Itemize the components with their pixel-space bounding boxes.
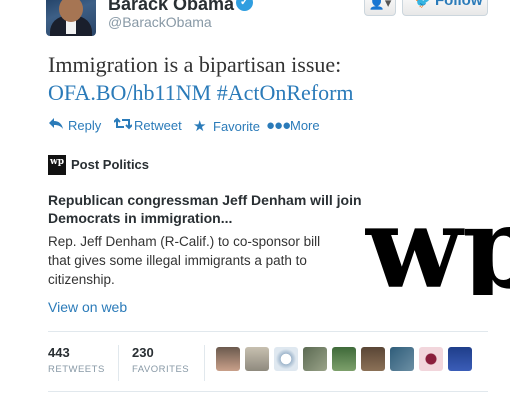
more-button[interactable]: ●●●More	[266, 117, 320, 134]
favoriter-avatar[interactable]	[216, 347, 240, 371]
card-description: Rep. Jeff Denham (R-Calif.) to co-sponso…	[48, 234, 321, 287]
favoriter-avatar[interactable]	[390, 347, 414, 371]
user-handle[interactable]: @BarackObama	[108, 14, 212, 30]
favorites-stat[interactable]: 230 FAVORITES	[132, 345, 189, 375]
divider	[48, 391, 488, 392]
favoriter-avatar[interactable]	[245, 347, 269, 371]
favorites-label: FAVORITES	[132, 364, 190, 375]
retweet-icon	[113, 117, 134, 134]
favoriter-avatar[interactable]	[361, 347, 385, 371]
favoriter-avatar[interactable]	[419, 347, 443, 371]
follow-label: Follow	[435, 0, 483, 9]
bird-icon: 🐦	[415, 0, 430, 9]
verified-icon: ✓	[236, 0, 253, 11]
retweets-stat[interactable]: 443 RETWEETS	[48, 345, 105, 375]
view-on-web-link[interactable]: View on web	[48, 299, 127, 315]
retweets-label: RETWEETS	[48, 364, 105, 375]
favorite-label: Favorite	[213, 119, 260, 134]
favorite-button[interactable]: ★ Favorite	[193, 117, 260, 135]
wp-badge-icon: wp	[48, 155, 66, 175]
washington-post-logo: wp	[365, 195, 510, 295]
retweet-label: Retweet	[134, 118, 182, 133]
follow-button[interactable]: 🐦 Follow	[402, 0, 488, 16]
favoriter-avatar[interactable]	[332, 347, 356, 371]
tweet-header: Barack Obama ✓ @BarackObama 👤▾ 🐦 Follow	[0, 0, 512, 40]
favorites-count: 230	[132, 345, 154, 360]
reply-button[interactable]: Reply	[48, 117, 101, 134]
favoriter-avatar[interactable]	[448, 347, 472, 371]
dots-icon: ●●●	[266, 117, 291, 134]
svg-text:wp: wp	[365, 195, 510, 295]
card-title[interactable]: Republican congressman Jeff Denham will …	[48, 191, 368, 227]
card-source[interactable]: Post Politics	[71, 157, 149, 172]
tweet-hashtag[interactable]: #ActOnReform	[217, 80, 354, 105]
tweet-text: Immigration is a bipartisan issue: OFA.B…	[48, 51, 354, 107]
user-name[interactable]: Barack Obama	[108, 0, 234, 15]
reply-icon	[48, 117, 68, 134]
retweet-button[interactable]: Retweet	[113, 117, 182, 134]
reply-label: Reply	[68, 118, 102, 133]
person-dropdown-icon: 👤▾	[368, 0, 392, 10]
more-label: More	[290, 118, 320, 133]
tweet-link[interactable]: OFA.BO/hb11NM	[48, 80, 211, 105]
divider	[48, 331, 488, 332]
user-menu-button[interactable]: 👤▾	[364, 0, 396, 16]
retweets-count: 443	[48, 345, 70, 360]
tweet-line: Immigration is a bipartisan issue:	[48, 52, 342, 77]
star-icon: ★	[193, 118, 207, 135]
avatar[interactable]	[46, 0, 96, 36]
favoriter-avatar[interactable]	[303, 347, 327, 371]
favoriter-avatar[interactable]	[274, 347, 298, 371]
